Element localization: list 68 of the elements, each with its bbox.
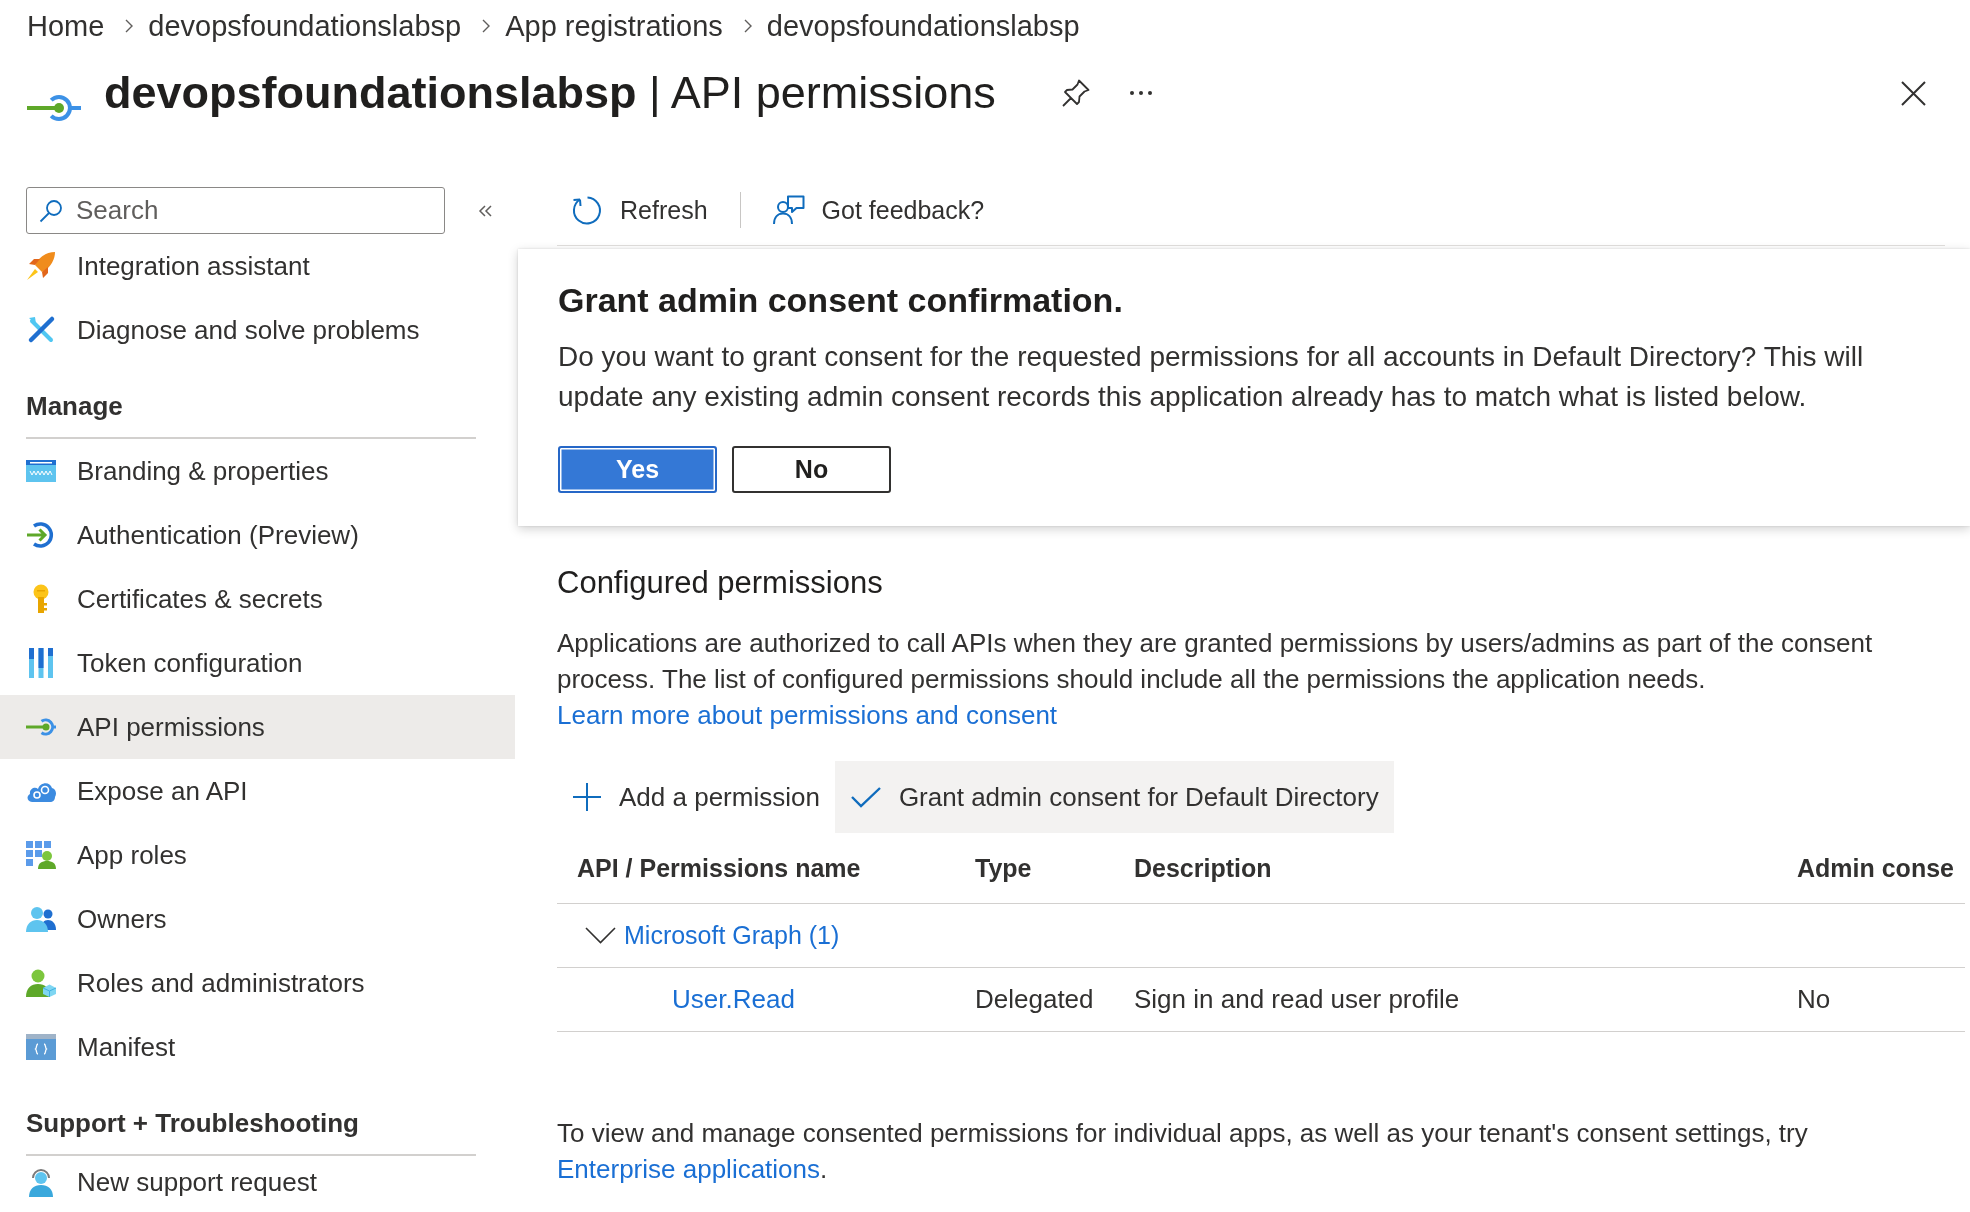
sidebar-item[interactable]: Authentication (Preview) bbox=[0, 503, 515, 567]
vertical-bars-icon bbox=[29, 648, 53, 678]
rocket-icon bbox=[26, 251, 56, 281]
sidebar-item[interactable]: Owners bbox=[0, 887, 515, 951]
ellipsis-icon[interactable] bbox=[1128, 90, 1153, 96]
description-text: Applications are authorized to call APIs when they are granted permissions by users/admins as part of the consent process. The list of configured permissions should include all the permissions the application needs. Learn more about permissions and consent bbox=[557, 627, 1874, 732]
check-icon bbox=[849, 785, 882, 809]
dialog-message: Do you want to grant consent for the requested permissions for all accounts in Default Directory? This will update any existing admin consent records this application already has to match what is listed below. bbox=[558, 340, 1865, 414]
table-cell-text: Sign in and read user profile bbox=[1133, 984, 1460, 1015]
sidebar-item[interactable]: Token configuration bbox=[0, 631, 515, 695]
plus-icon bbox=[572, 782, 602, 812]
chevron-right-icon bbox=[125, 19, 134, 33]
section-title: Configured permissions bbox=[557, 564, 884, 602]
tools-icon bbox=[26, 315, 56, 345]
sidebar-item[interactable]: New support request bbox=[0, 1156, 515, 1208]
table-cell-text: No bbox=[1796, 984, 1831, 1015]
column-header: API / Permissions name bbox=[576, 853, 862, 883]
column-header: Admin conse bbox=[1796, 853, 1955, 883]
breadcrumb-link[interactable]: Home bbox=[27, 8, 105, 44]
sign-in-arrow-icon bbox=[26, 520, 56, 550]
column-header: Type bbox=[974, 853, 1033, 883]
page-title: devopsfoundationslabsp | API permissions bbox=[104, 66, 996, 120]
close-icon[interactable] bbox=[1901, 80, 1926, 106]
api-group-link[interactable]: Microsoft Graph (1) bbox=[624, 921, 840, 950]
breadcrumb-link[interactable]: App registrations bbox=[505, 8, 723, 44]
refresh-button[interactable]: Refresh bbox=[557, 186, 723, 234]
secondary-button[interactable]: No bbox=[732, 446, 891, 493]
column-header: Description bbox=[1133, 853, 1273, 883]
sidebar-item[interactable]: Integration assistant bbox=[0, 234, 515, 298]
sidebar-item[interactable]: Certificates & secrets bbox=[0, 567, 515, 631]
code-window-icon bbox=[26, 1034, 56, 1060]
breadcrumb-link[interactable]: devopsfoundationslabsp bbox=[148, 8, 462, 44]
connector-ring-icon bbox=[26, 717, 56, 737]
permission-link[interactable]: User.Read bbox=[672, 984, 795, 1014]
sidebar-item[interactable]: Branding & properties bbox=[0, 439, 515, 503]
add-permission-button[interactable]: Add a permission bbox=[557, 761, 835, 833]
sidebar-item[interactable]: Roles and administrators bbox=[0, 951, 515, 1015]
double-chevron-left-icon[interactable] bbox=[478, 204, 492, 217]
person-headset-icon bbox=[28, 1167, 54, 1197]
search-icon bbox=[39, 198, 63, 223]
sidebar-item[interactable]: API permissions bbox=[0, 695, 515, 759]
people-icon bbox=[26, 906, 56, 932]
refresh-icon bbox=[572, 194, 603, 226]
enterprise-applications-link[interactable]: Enterprise applications bbox=[557, 1154, 821, 1184]
table-cell-text: Delegated bbox=[974, 984, 1094, 1015]
web-window-icon bbox=[26, 460, 56, 482]
sidebar-item[interactable]: App roles bbox=[0, 823, 515, 887]
breadcrumb-link[interactable]: devopsfoundationslabsp bbox=[766, 8, 1080, 44]
footer-text: To view and manage consented permissions for individual apps, as well as your tenant's consent settings, try Enterprise applications. bbox=[557, 1117, 1809, 1186]
primary-button[interactable]: Yes bbox=[558, 446, 717, 493]
dialog-title: Grant admin consent confirmation. bbox=[558, 280, 1124, 321]
chevron-right-icon bbox=[482, 19, 491, 33]
grid-person-icon bbox=[26, 841, 56, 869]
chevron-right-icon bbox=[743, 19, 752, 33]
person-chat-icon bbox=[771, 195, 805, 225]
pin-icon[interactable] bbox=[1060, 78, 1091, 108]
section-heading: Support + Troubleshooting bbox=[25, 1107, 360, 1139]
sidebar-item[interactable]: Manifest bbox=[0, 1015, 515, 1079]
sidebar-item[interactable]: Expose an API bbox=[0, 759, 515, 823]
search-field[interactable]: Search bbox=[26, 187, 445, 234]
chevron-down-icon[interactable] bbox=[585, 927, 616, 944]
cloud-gears-icon bbox=[26, 780, 56, 802]
grant-consent-button[interactable]: Grant admin consent for Default Directory bbox=[834, 761, 1394, 833]
sidebar-item[interactable]: Diagnose and solve problems bbox=[0, 298, 515, 362]
feedback-button[interactable]: Got feedback? bbox=[756, 186, 1000, 234]
person-cube-icon bbox=[26, 969, 56, 997]
learn-more-link[interactable]: Learn more about permissions and consent bbox=[557, 700, 1058, 730]
section-heading: Manage bbox=[25, 390, 124, 422]
